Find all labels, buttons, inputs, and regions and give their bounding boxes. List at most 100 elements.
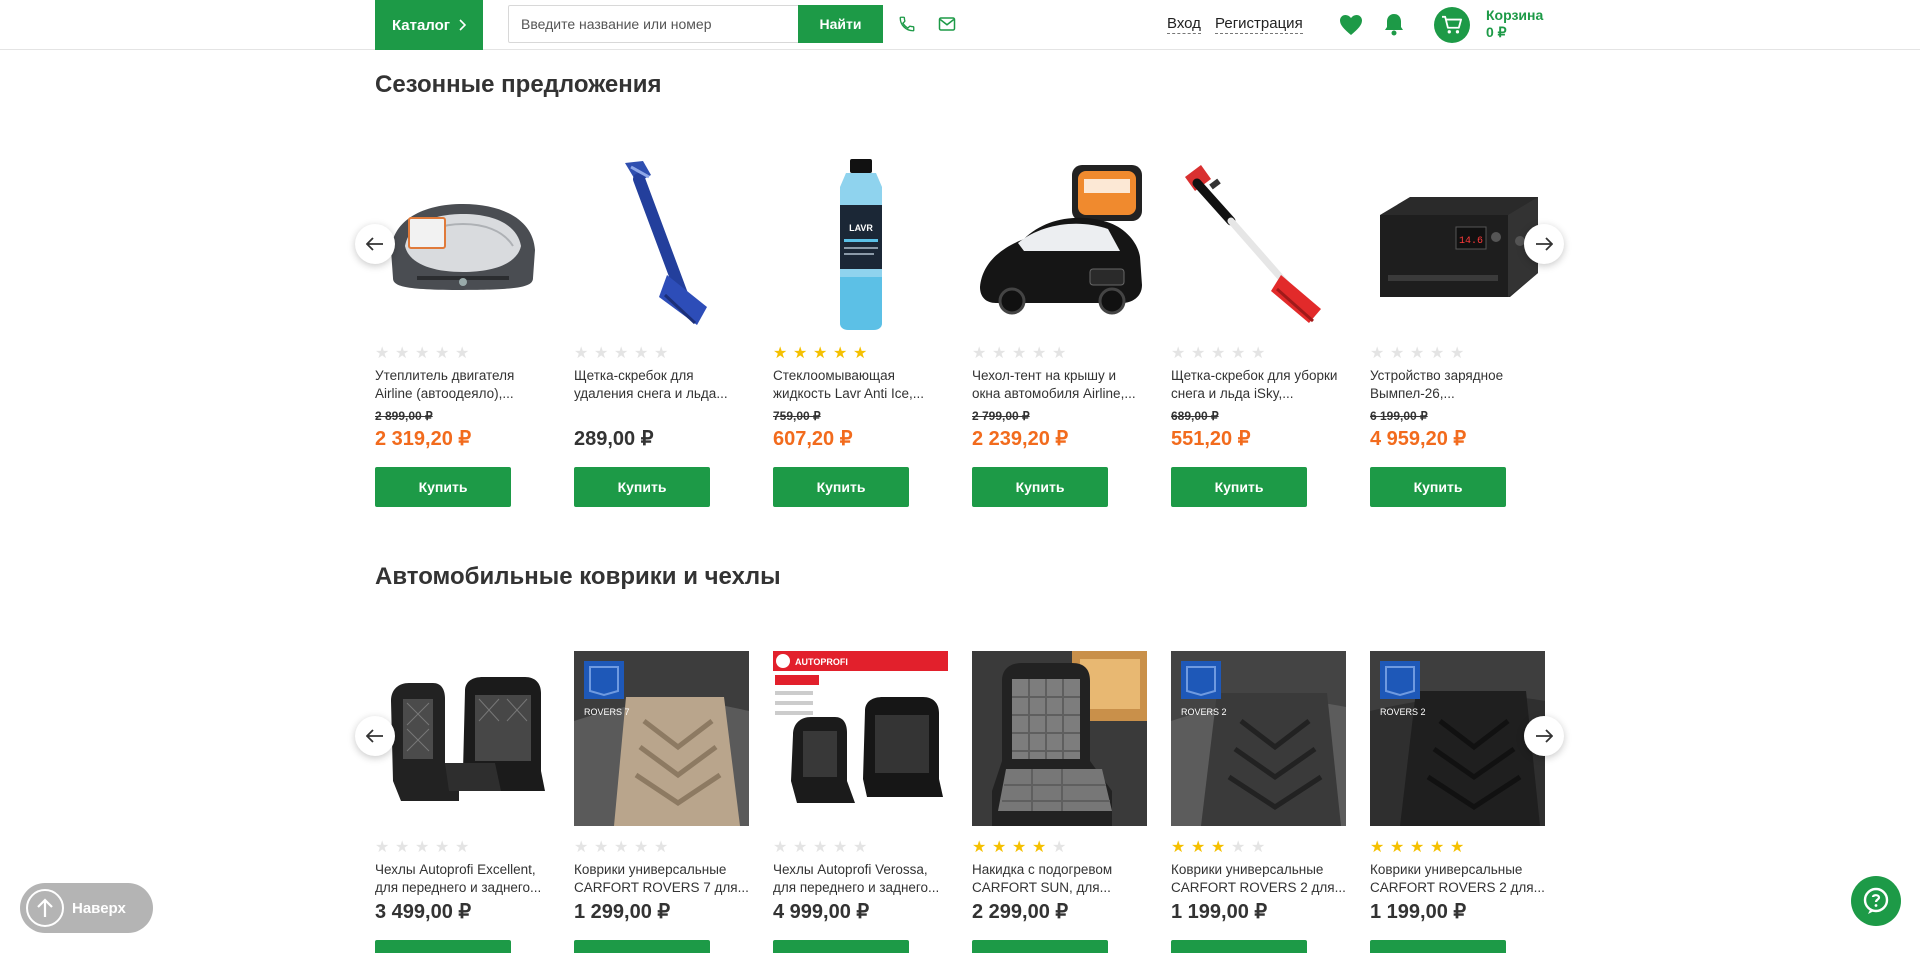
floor-mat-beige-image[interactable]: ROVERS 7 (574, 651, 749, 826)
seat-covers-verossa-image[interactable]: AUTOPROFI (773, 651, 948, 826)
product-card[interactable]: ★ ★ ★ ★ ★ Утеплитель двигателя Airline (авто… (375, 157, 550, 507)
rating-stars: ★ ★ ★ ★ ★ (1370, 345, 1545, 362)
buy-button[interactable]: Купить (1370, 940, 1506, 953)
product-card[interactable]: ROVERS 7 ★ ★ ★ ★ ★ Коврики универсальные CAR… (574, 651, 749, 953)
floor-mat-grey-image[interactable]: ROVERS 2 (1171, 651, 1346, 826)
product-name[interactable]: Щетка-скребок для удаления снега и льда.… (574, 367, 749, 403)
register-link[interactable]: Регистрация (1215, 15, 1303, 34)
rating-star-icon: ★ (654, 345, 669, 362)
search-button[interactable]: Найти (798, 5, 883, 43)
product-name[interactable]: Чехол-тент на крышу и окна автомобиля Ai… (972, 367, 1147, 403)
bell-icon[interactable] (1382, 11, 1406, 37)
product-card[interactable]: ★ ★ ★ ★ ★ Щетка-скребок для удаления снега и… (574, 157, 749, 507)
carousel-prev-button[interactable] (355, 224, 395, 264)
rating-star-icon: ★ (1390, 345, 1405, 362)
snow-brush-image[interactable] (574, 157, 749, 332)
product-price: 2 299,00 ₽ (972, 901, 1069, 923)
product-name[interactable]: Щетка-скребок для уборки снега и льда iS… (1171, 367, 1346, 403)
rating-star-icon: ★ (793, 839, 808, 856)
old-price: 759,00 ₽ (773, 409, 821, 423)
chat-button[interactable] (1851, 876, 1901, 926)
product-price: 1 199,00 ₽ (1370, 901, 1467, 923)
product-card[interactable]: ★ ★ ★ ★ ★ Щетка-скребок для уборки снега и л… (1171, 157, 1346, 507)
login-link[interactable]: Вход (1167, 15, 1201, 34)
phone-icon[interactable] (896, 13, 918, 35)
rating-stars: ★ ★ ★ ★ ★ (972, 839, 1147, 856)
arrow-right-icon (1536, 729, 1553, 743)
product-name[interactable]: Устройство зарядное Вымпел-26,... (1370, 367, 1545, 403)
cart-button[interactable] (1434, 7, 1470, 43)
car-cover-image[interactable] (972, 157, 1147, 332)
svg-text:ROVERS 7: ROVERS 7 (584, 707, 630, 717)
product-name[interactable]: Чехлы Autoprofi Excellent, для переднего… (375, 861, 550, 897)
rating-star-icon: ★ (1032, 345, 1047, 362)
rating-star-icon: ★ (1052, 839, 1067, 856)
engine-blanket-image[interactable] (375, 157, 550, 332)
washer-fluid-image[interactable]: LAVR (773, 157, 948, 332)
product-name[interactable]: Стеклоомывающая жидкость Lavr Anti Ice,.… (773, 367, 948, 403)
buy-button[interactable]: Купить (574, 940, 710, 953)
product-card[interactable]: ROVERS 2 ★ ★ ★ ★ ★ Коврики универсальные CAR… (1171, 651, 1346, 953)
rating-star-icon: ★ (1052, 345, 1067, 362)
buy-button[interactable]: Купить (375, 467, 511, 507)
section-title-mats-covers: Автомобильные коврики и чехлы (375, 563, 781, 590)
buy-button[interactable]: Купить (1370, 467, 1506, 507)
product-name[interactable]: Утеплитель двигателя Airline (автоодеяло… (375, 367, 550, 403)
rating-star-icon: ★ (1430, 839, 1445, 856)
product-name[interactable]: Коврики универсальные CARFORT ROVERS 2 д… (1171, 861, 1346, 897)
buy-button[interactable]: Купить (773, 940, 909, 953)
rating-star-icon: ★ (773, 839, 788, 856)
carousel-seasonal: ★ ★ ★ ★ ★ Утеплитель двигателя Airline (авто… (375, 157, 1545, 517)
rating-star-icon: ★ (654, 839, 669, 856)
rating-star-icon: ★ (395, 839, 410, 856)
product-card[interactable]: ROVERS 2 ★ ★ ★ ★ ★ Коврики универсальные CAR… (1370, 651, 1545, 953)
snow-brush-red-image[interactable] (1171, 157, 1346, 332)
product-card[interactable]: ★ ★ ★ ★ ★ Чехол-тент на крышу и окна автомоб… (972, 157, 1147, 507)
product-name[interactable]: Чехлы Autoprofi Verossa, для переднего и… (773, 861, 948, 897)
rating-stars: ★ ★ ★ ★ ★ (1370, 839, 1545, 856)
catalog-button[interactable]: Каталог (375, 0, 483, 50)
rating-star-icon: ★ (1450, 839, 1465, 856)
buy-button[interactable]: Купить (972, 940, 1108, 953)
carousel-next-button[interactable] (1524, 716, 1564, 756)
product-price: 4 959,20 ₽ (1370, 428, 1467, 450)
rating-star-icon: ★ (1410, 839, 1425, 856)
product-name[interactable]: Накидка с подогревом CARFORT SUN, для... (972, 861, 1147, 897)
product-card[interactable]: AUTOPROFI ★ ★ ★ ★ ★ Чехлы Autoprofi Verossa,… (773, 651, 948, 953)
buy-button[interactable]: Купить (1171, 940, 1307, 953)
rating-stars: ★ ★ ★ ★ ★ (773, 346, 948, 362)
seat-covers-image[interactable] (375, 651, 550, 826)
rating-star-icon: ★ (1251, 345, 1266, 362)
mail-icon[interactable] (936, 13, 958, 35)
product-name[interactable]: Коврики универсальные CARFORT ROVERS 2 д… (1370, 861, 1545, 897)
carousel-mats-covers: ★ ★ ★ ★ ★ Чехлы Autoprofi Excellent, для пер… (375, 651, 1545, 953)
rating-star-icon: ★ (1012, 839, 1027, 856)
search-input[interactable] (509, 6, 798, 42)
cart-summary[interactable]: Корзина 0 ₽ (1486, 7, 1543, 41)
product-card[interactable]: ★ ★ ★ ★ ★ Чехлы Autoprofi Excellent, для пер… (375, 651, 550, 953)
floor-mat-black-image[interactable]: ROVERS 2 (1370, 651, 1545, 826)
chat-help-icon (1863, 887, 1889, 914)
buy-button[interactable]: Купить (773, 467, 909, 507)
scroll-top-button[interactable]: Наверх (20, 883, 153, 933)
product-price: 289,00 ₽ (574, 428, 654, 450)
heart-icon[interactable] (1338, 12, 1364, 38)
buy-button[interactable]: Купить (972, 467, 1108, 507)
rating-star-icon: ★ (1171, 345, 1186, 362)
carousel-prev-button[interactable] (355, 716, 395, 756)
rating-star-icon: ★ (435, 345, 450, 362)
product-card[interactable]: ★ ★ ★ ★ ★ Накидка с подогревом CARFORT SUN, … (972, 651, 1147, 953)
buy-button[interactable]: Купить (375, 940, 511, 953)
product-card[interactable]: LAVR ★ ★ ★ ★ ★ Стеклоомывающая жидкость Lavr… (773, 157, 948, 507)
buy-button[interactable]: Купить (574, 467, 710, 507)
heated-seat-image[interactable] (972, 651, 1147, 826)
charger-image[interactable]: 14.6 (1370, 157, 1545, 332)
buy-button[interactable]: Купить (1171, 467, 1307, 507)
product-card[interactable]: 14.6 ★ ★ ★ ★ ★ Устройство зарядное Вымпел-26… (1370, 157, 1545, 507)
rating-star-icon: ★ (992, 345, 1007, 362)
rating-star-icon: ★ (1191, 839, 1206, 856)
product-name[interactable]: Коврики универсальные CARFORT ROVERS 7 д… (574, 861, 749, 897)
rating-star-icon: ★ (853, 839, 868, 856)
rating-star-icon: ★ (1211, 839, 1226, 856)
carousel-next-button[interactable] (1524, 224, 1564, 264)
